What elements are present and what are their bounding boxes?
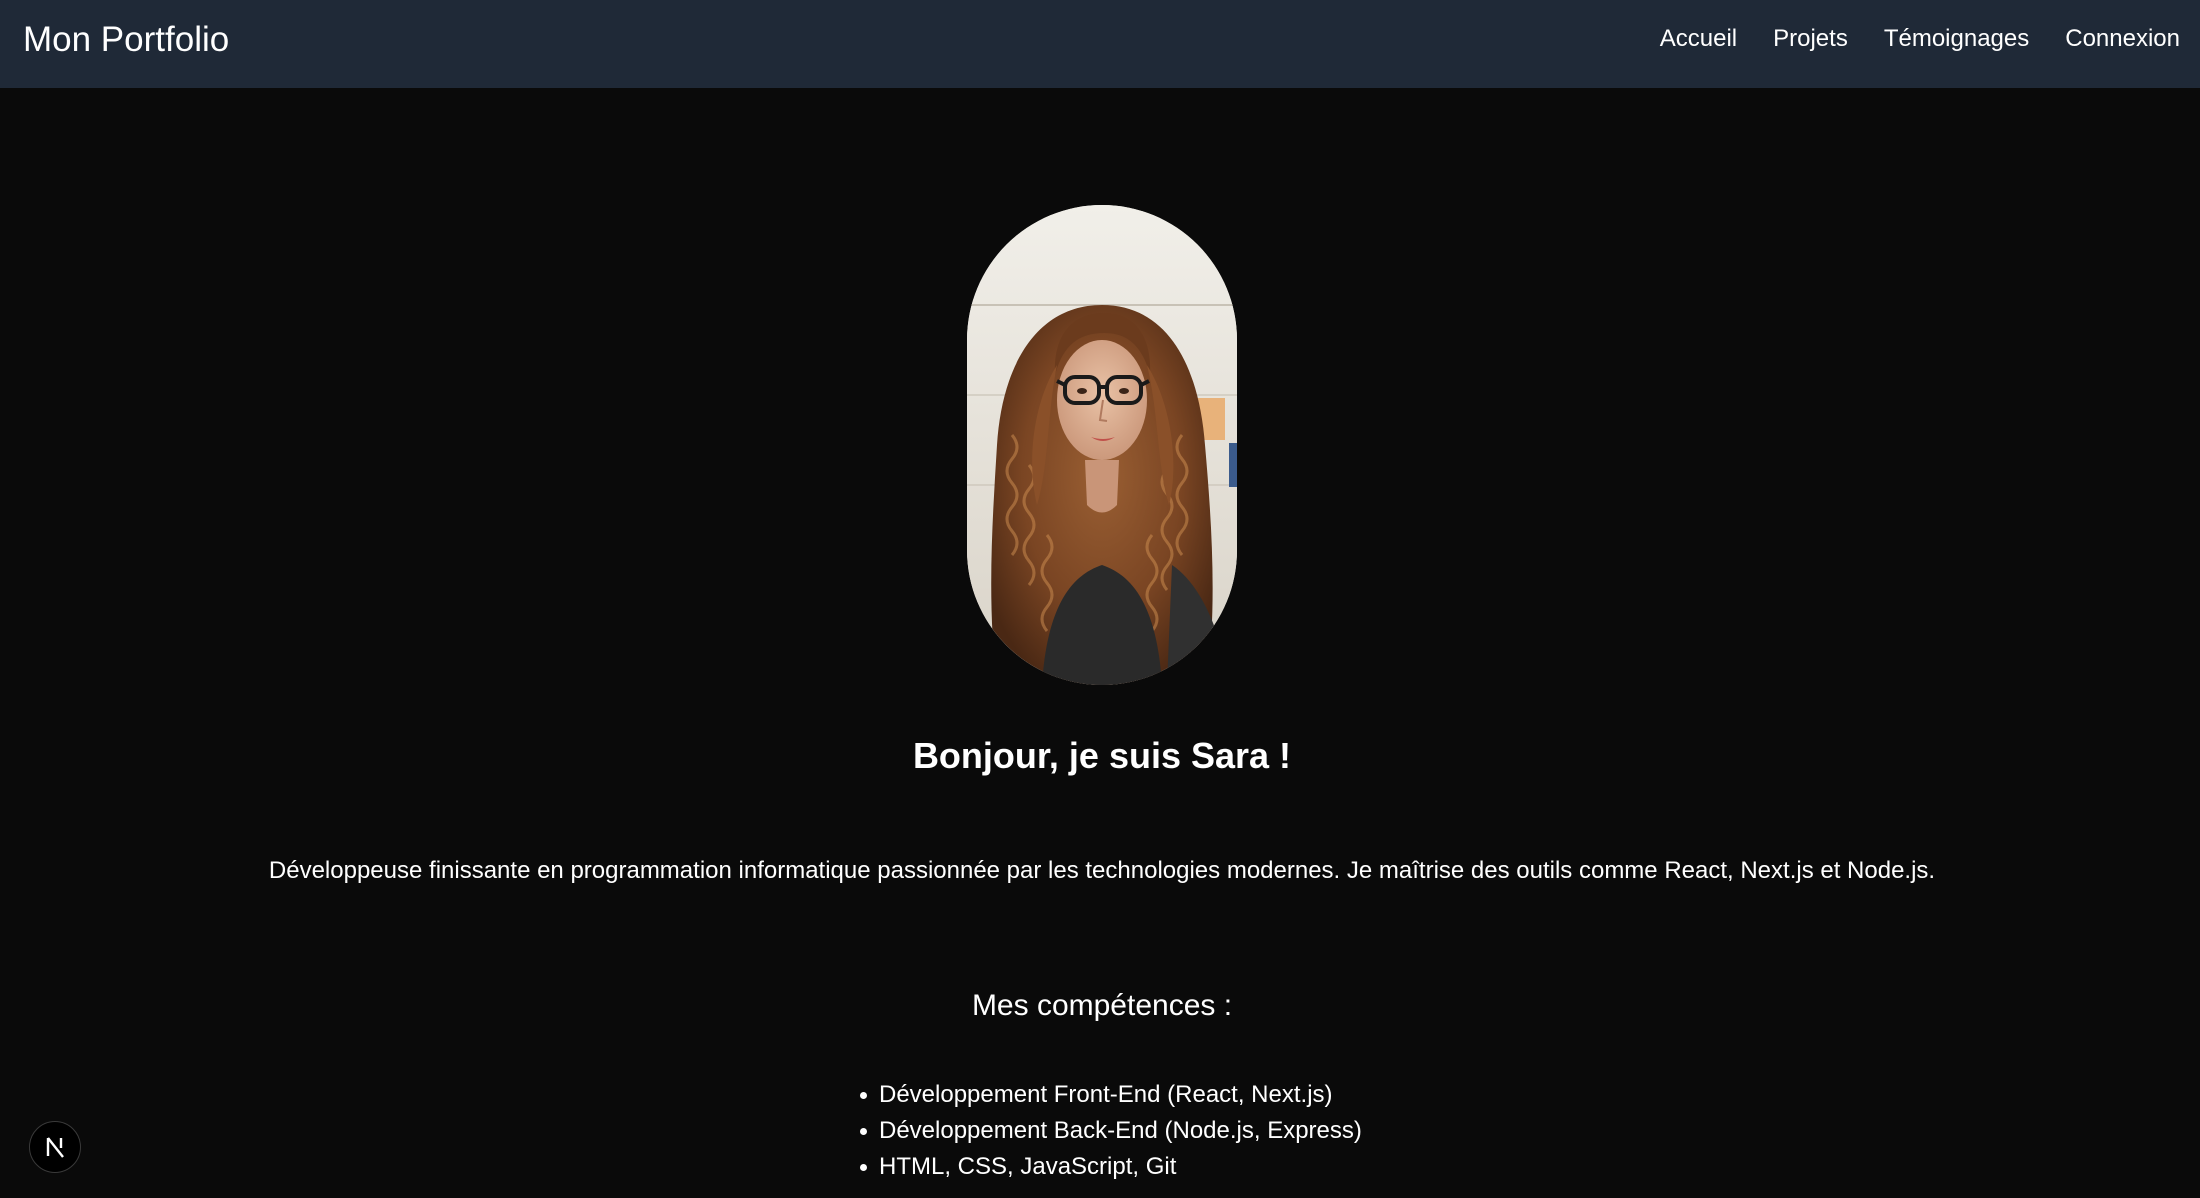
site-brand[interactable]: Mon Portfolio (23, 19, 229, 60)
bullet-icon (860, 1128, 867, 1135)
profile-photo-illustration (967, 205, 1237, 685)
navbar: Mon Portfolio Accueil Projets Témoignage… (0, 0, 2200, 88)
nav-links: Accueil Projets Témoignages Connexion (1660, 24, 2180, 54)
bullet-icon (860, 1092, 867, 1099)
skill-item: Développement Front-End (React, Next.js) (860, 1077, 1362, 1113)
skills-title: Mes compétences : (971, 989, 1233, 1022)
bullet-icon (860, 1164, 867, 1171)
nextjs-logo-icon (46, 1137, 64, 1158)
nav-link-projets[interactable]: Projets (1773, 24, 1848, 54)
skill-item: HTML, CSS, JavaScript, Git (860, 1149, 1362, 1185)
nav-link-temoignages[interactable]: Témoignages (1884, 24, 2029, 54)
hero-intro: Développeuse finissante en programmation… (268, 857, 1936, 884)
skill-item-label: Développement Front-End (React, Next.js) (879, 1081, 1333, 1108)
skill-item-label: Développement Back-End (Node.js, Express… (879, 1117, 1362, 1144)
skills-list: Développement Front-End (React, Next.js)… (860, 1077, 1362, 1185)
nav-link-connexion[interactable]: Connexion (2065, 24, 2180, 54)
nav-link-accueil[interactable]: Accueil (1660, 24, 1737, 54)
nextjs-dev-badge[interactable] (29, 1121, 81, 1173)
hero-headline: Bonjour, je suis Sara ! (912, 735, 1292, 776)
skill-item: Développement Back-End (Node.js, Express… (860, 1113, 1362, 1149)
profile-photo (967, 205, 1237, 685)
skill-item-label: HTML, CSS, JavaScript, Git (879, 1153, 1177, 1180)
